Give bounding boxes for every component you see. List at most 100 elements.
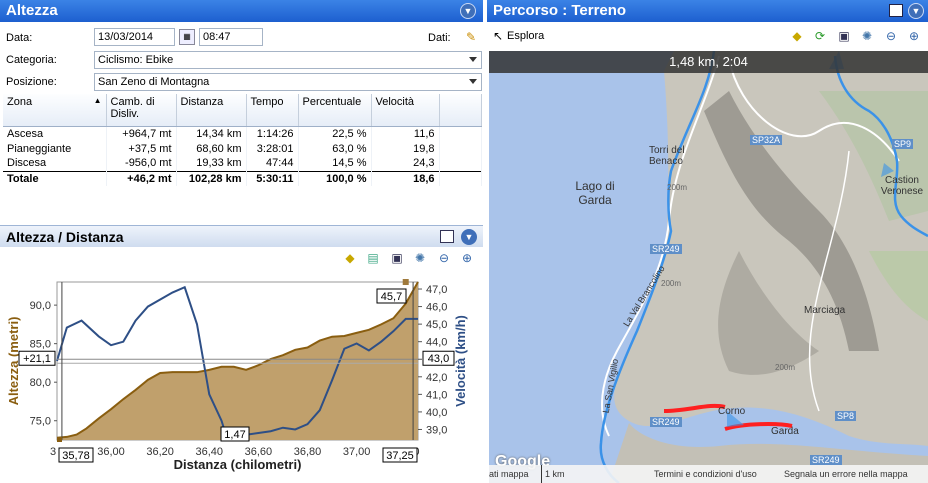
table-cell: 47:44 <box>246 156 299 171</box>
explore-button[interactable]: Esplora <box>507 30 544 42</box>
y-tick-label: 85,0 <box>30 339 51 351</box>
chart-settings-icon[interactable]: ▤ <box>365 250 381 266</box>
fit-icon[interactable]: ✺ <box>859 28 875 44</box>
col-distanza[interactable]: Distanza <box>176 94 247 127</box>
table-cell: +964,7 mt <box>106 126 177 141</box>
col-zona[interactable]: Zona ▲ <box>3 94 107 127</box>
table-cell: 100,0 % <box>298 170 372 186</box>
table-cell: Discesa <box>3 156 107 171</box>
table-cell: 63,0 % <box>298 141 372 156</box>
left-panel-header: Altezza ▼ <box>0 0 483 22</box>
y2-tick-label: 47,0 <box>426 284 447 296</box>
zoom-in-icon[interactable]: ⊕ <box>906 28 922 44</box>
road-badge: SP32A <box>750 135 783 145</box>
map-terms-link[interactable]: Termini e condizioni d'uso <box>654 465 757 483</box>
y2-tick-label: 39,0 <box>426 424 447 436</box>
diamond-icon[interactable]: ◆ <box>342 250 358 266</box>
table-row[interactable]: Ascesa +964,7 mt 14,34 km 1:14:26 22,5 % 11,6 <box>3 126 482 141</box>
calendar-icon[interactable]: ▦ <box>179 29 195 45</box>
table-cell: 14,34 km <box>176 126 247 141</box>
table-cell: 5:30:11 <box>246 170 299 186</box>
refresh-icon[interactable]: ⟳ <box>812 28 828 44</box>
table-cell: 24,3 <box>371 156 440 171</box>
y-tick-label: 80,0 <box>30 377 51 389</box>
col-tempo[interactable]: Tempo <box>246 94 299 127</box>
map-footer: ati mappa 1 km Termini e condizioni d'us… <box>489 465 928 483</box>
map-report-link[interactable]: Segnala un errore nella mappa <box>784 465 908 483</box>
time-field[interactable]: 08:47 <box>199 28 263 46</box>
map-footer-data[interactable]: ati mappa <box>489 465 529 483</box>
x-tick-label: 3 <box>50 446 56 458</box>
map-terrain <box>489 51 928 483</box>
elevation-chart[interactable]: 75,0 80,0 85,0 90,0 39,0 40,0 41,0 42,0 43,0 44,0… <box>0 268 483 483</box>
map-label-corno: Corno <box>718 406 746 417</box>
col-dislivello[interactable]: Camb. di Disliv. <box>106 94 177 127</box>
save-icon[interactable]: ▣ <box>836 28 852 44</box>
left-panel-title: Altezza <box>6 2 58 19</box>
category-label: Categoria: <box>6 54 57 66</box>
zoom-in-icon[interactable]: ⊕ <box>459 250 475 266</box>
total-row[interactable]: Totale +46,2 mt 102,28 km 5:30:11 100,0 % 18,… <box>3 170 482 186</box>
table-cell: +46,2 mt <box>106 170 177 186</box>
y2-tick-label: 41,0 <box>426 389 447 401</box>
fit-icon[interactable]: ✺ <box>412 250 428 266</box>
table-cell: 3:28:01 <box>246 141 299 156</box>
table-cell: +37,5 mt <box>106 141 177 156</box>
table-cell: 18,6 <box>371 170 440 186</box>
save-icon[interactable]: ▣ <box>389 250 405 266</box>
table-row[interactable]: Discesa -956,0 mt 19,33 km 47:44 14,5 % 24,3 <box>3 156 482 171</box>
position-select[interactable]: San Zeno di Montagna <box>94 73 482 91</box>
map-toolbar: ↖ Esplora ◆ ⟳ ▣ ✺ ⊖ ⊕ <box>487 23 928 51</box>
chart-section-title: Altezza / Distanza <box>6 229 124 245</box>
zoom-out-icon[interactable]: ⊖ <box>883 28 899 44</box>
map-label-garda: Garda <box>771 426 799 437</box>
y-tick-label: 90,0 <box>30 300 51 312</box>
col-velocita[interactable]: Velocità <box>371 94 440 127</box>
table-row[interactable]: Pianeggiante +37,5 mt 68,60 km 3:28:01 63,0 … <box>3 141 482 156</box>
chart-collapse-button[interactable]: ▼ <box>461 229 477 245</box>
date-field[interactable]: 13/03/2014 <box>94 28 175 46</box>
x-tick-label: 37,00 <box>343 446 371 458</box>
pencil-icon[interactable]: ✎ <box>463 29 479 45</box>
map-contour-label: 200m <box>661 279 682 288</box>
table-cell: 19,8 <box>371 141 440 156</box>
map-view[interactable]: 1,48 km, 2:04 Torri del Benaco Lago di G… <box>489 51 928 483</box>
col-percentuale[interactable]: Percentuale <box>298 94 372 127</box>
y2-axis-label: Velocità (km/h) <box>453 315 468 407</box>
layout-icon[interactable] <box>440 230 454 243</box>
marker-left: +21,1 <box>23 353 51 365</box>
marker-x-right: 37,25 <box>386 450 414 462</box>
road-badge: SR249 <box>650 244 682 254</box>
layout-icon[interactable] <box>889 4 903 17</box>
table-cell: Pianeggiante <box>3 141 107 156</box>
y-tick-label: 75,0 <box>30 416 51 428</box>
marker-x-left: 35,78 <box>62 450 90 462</box>
chevron-down-icon <box>469 79 477 84</box>
table-cell: 68,60 km <box>176 141 247 156</box>
table-cell: 1:14:26 <box>246 126 299 141</box>
category-select[interactable]: Ciclismo: Ebike <box>94 51 482 69</box>
y2-tick-label: 42,0 <box>426 372 447 384</box>
table-cell: 22,5 % <box>298 126 372 141</box>
sort-asc-icon: ▲ <box>93 96 102 105</box>
chart-section-header: Altezza / Distanza ▼ <box>0 225 483 247</box>
marker-right: 43,0 <box>428 353 449 365</box>
max-point <box>402 279 409 285</box>
zoom-out-icon[interactable]: ⊖ <box>436 250 452 266</box>
map-label-castion: Castion Veronese <box>880 175 924 197</box>
right-panel-title: Percorso : Terreno <box>493 2 627 19</box>
y2-tick-label: 45,0 <box>426 319 447 331</box>
diamond-icon[interactable]: ◆ <box>789 28 805 44</box>
y2-tick-label: 44,0 <box>426 337 447 349</box>
chevron-down-icon <box>469 57 477 62</box>
table-cell: 19,33 km <box>176 156 247 171</box>
date-label: Data: <box>6 32 33 44</box>
table-cell: 102,28 km <box>176 170 247 186</box>
collapse-button[interactable]: ▼ <box>908 3 924 19</box>
road-badge: SR249 <box>650 417 682 427</box>
table-cell: -956,0 mt <box>106 156 177 171</box>
road-badge: SP9 <box>892 139 914 149</box>
map-contour-label: 200m <box>667 183 688 192</box>
collapse-button[interactable]: ▼ <box>460 3 476 19</box>
road-badge: SR249 <box>810 455 842 465</box>
